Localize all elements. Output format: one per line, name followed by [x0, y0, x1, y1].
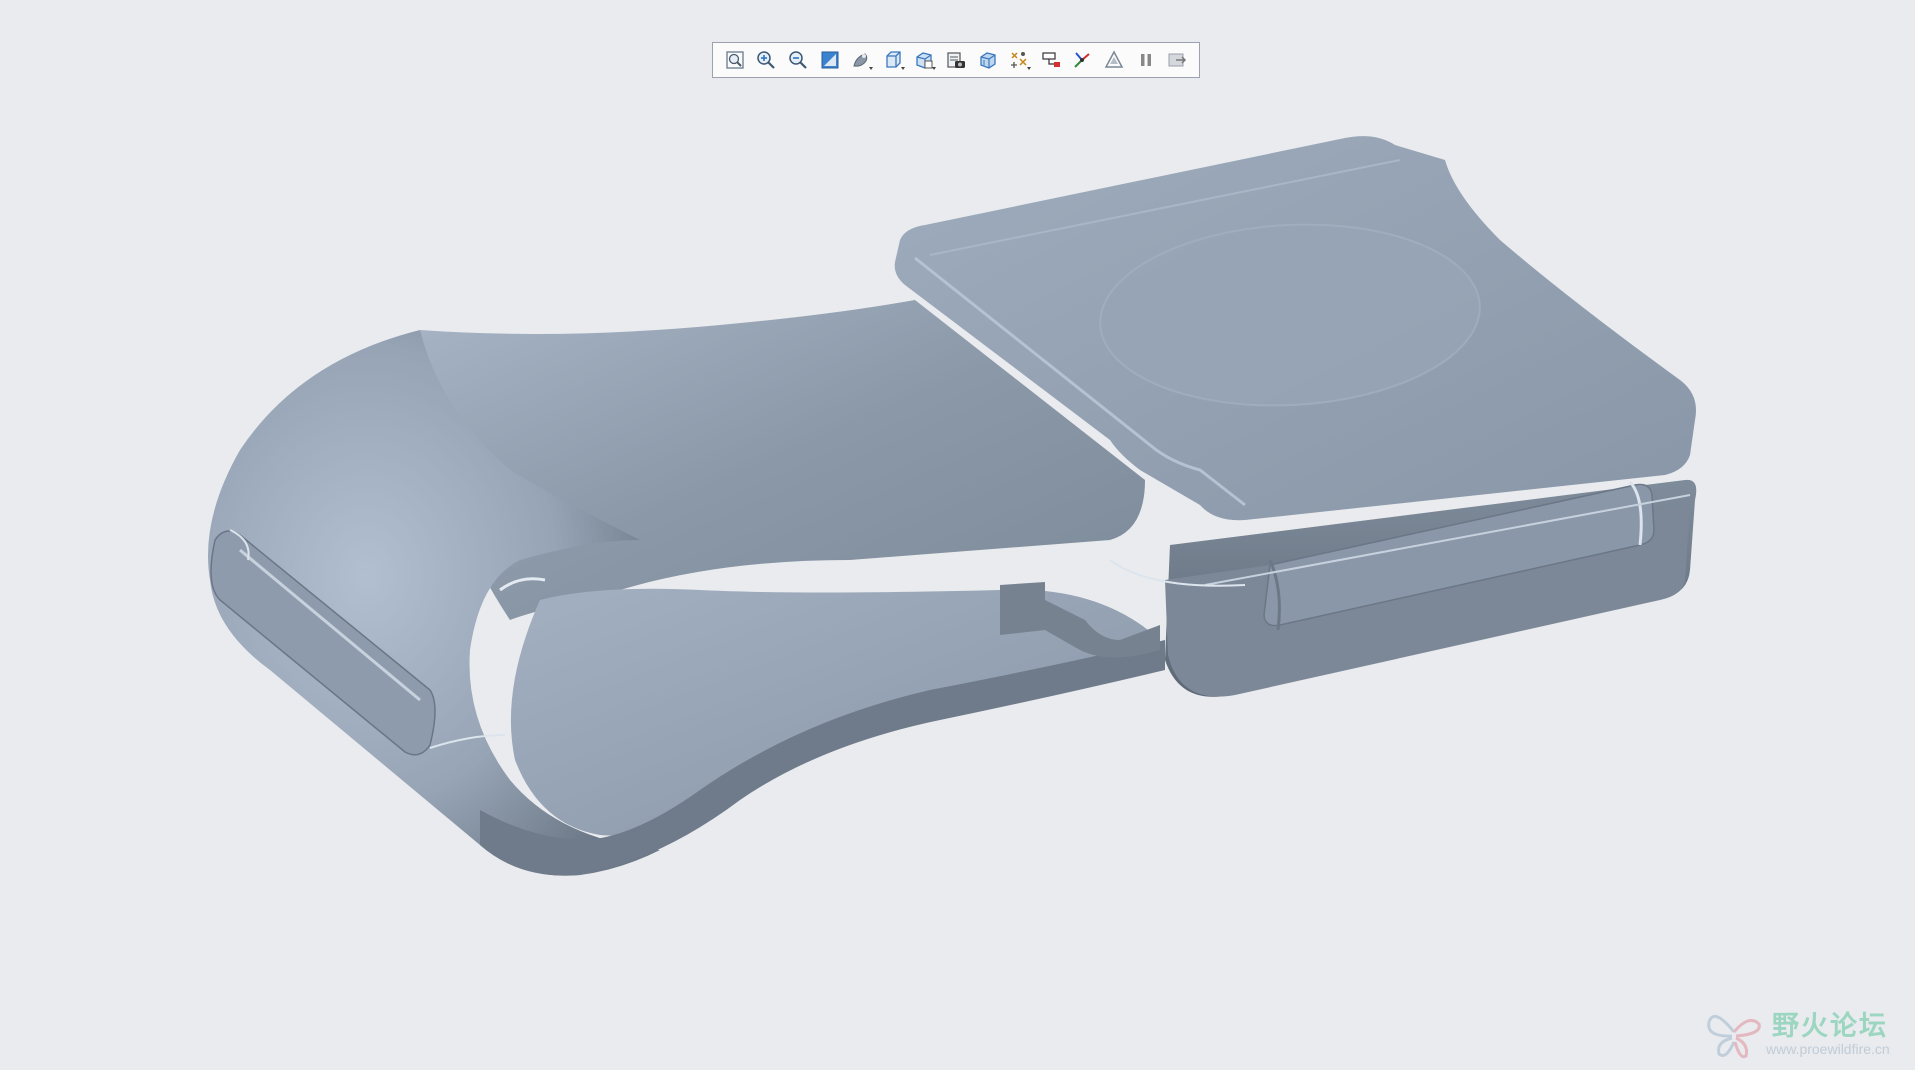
simulation-display-icon	[1104, 50, 1124, 68]
graphics-toolbar	[712, 42, 1200, 78]
graphics-window[interactable]: 野火论坛 www.proewildfire.cn	[0, 0, 1915, 1070]
section-view-icon	[979, 52, 996, 69]
refit-icon	[726, 51, 744, 69]
zoom-out-button[interactable]	[782, 44, 814, 76]
saved-orientations-button[interactable]	[877, 44, 909, 76]
forum-watermark: 野火论坛 www.proewildfire.cn	[1704, 1002, 1909, 1064]
perspective-view-button[interactable]	[940, 44, 972, 76]
annotation-display-button[interactable]	[1035, 44, 1067, 76]
spin-center-icon	[1074, 52, 1090, 68]
exit-button[interactable]	[1161, 44, 1193, 76]
perspective-view-icon	[947, 52, 965, 68]
exit-icon	[1168, 53, 1187, 67]
spin-center-button[interactable]	[1067, 44, 1099, 76]
section-view-button[interactable]	[972, 44, 1004, 76]
watermark-url: www.proewildfire.cn	[1766, 1041, 1890, 1057]
view-manager-button[interactable]	[909, 44, 941, 76]
repaint-button[interactable]	[814, 44, 846, 76]
zoom-in-icon	[757, 51, 776, 69]
simulation-display-button[interactable]	[1098, 44, 1130, 76]
display-style-button[interactable]	[845, 44, 877, 76]
datum-display-button[interactable]	[1003, 44, 1035, 76]
repaint-icon	[821, 51, 839, 69]
pause-icon	[1140, 54, 1151, 66]
zoom-out-icon	[789, 51, 807, 69]
watermark-title: 野火论坛	[1772, 1011, 1888, 1042]
butterfly-logo-icon	[1707, 1014, 1761, 1059]
refit-button[interactable]	[719, 44, 751, 76]
3d-model[interactable]	[0, 0, 1915, 1070]
zoom-in-button[interactable]	[751, 44, 783, 76]
annotation-display-icon	[1042, 52, 1060, 67]
pause-button[interactable]	[1130, 44, 1162, 76]
